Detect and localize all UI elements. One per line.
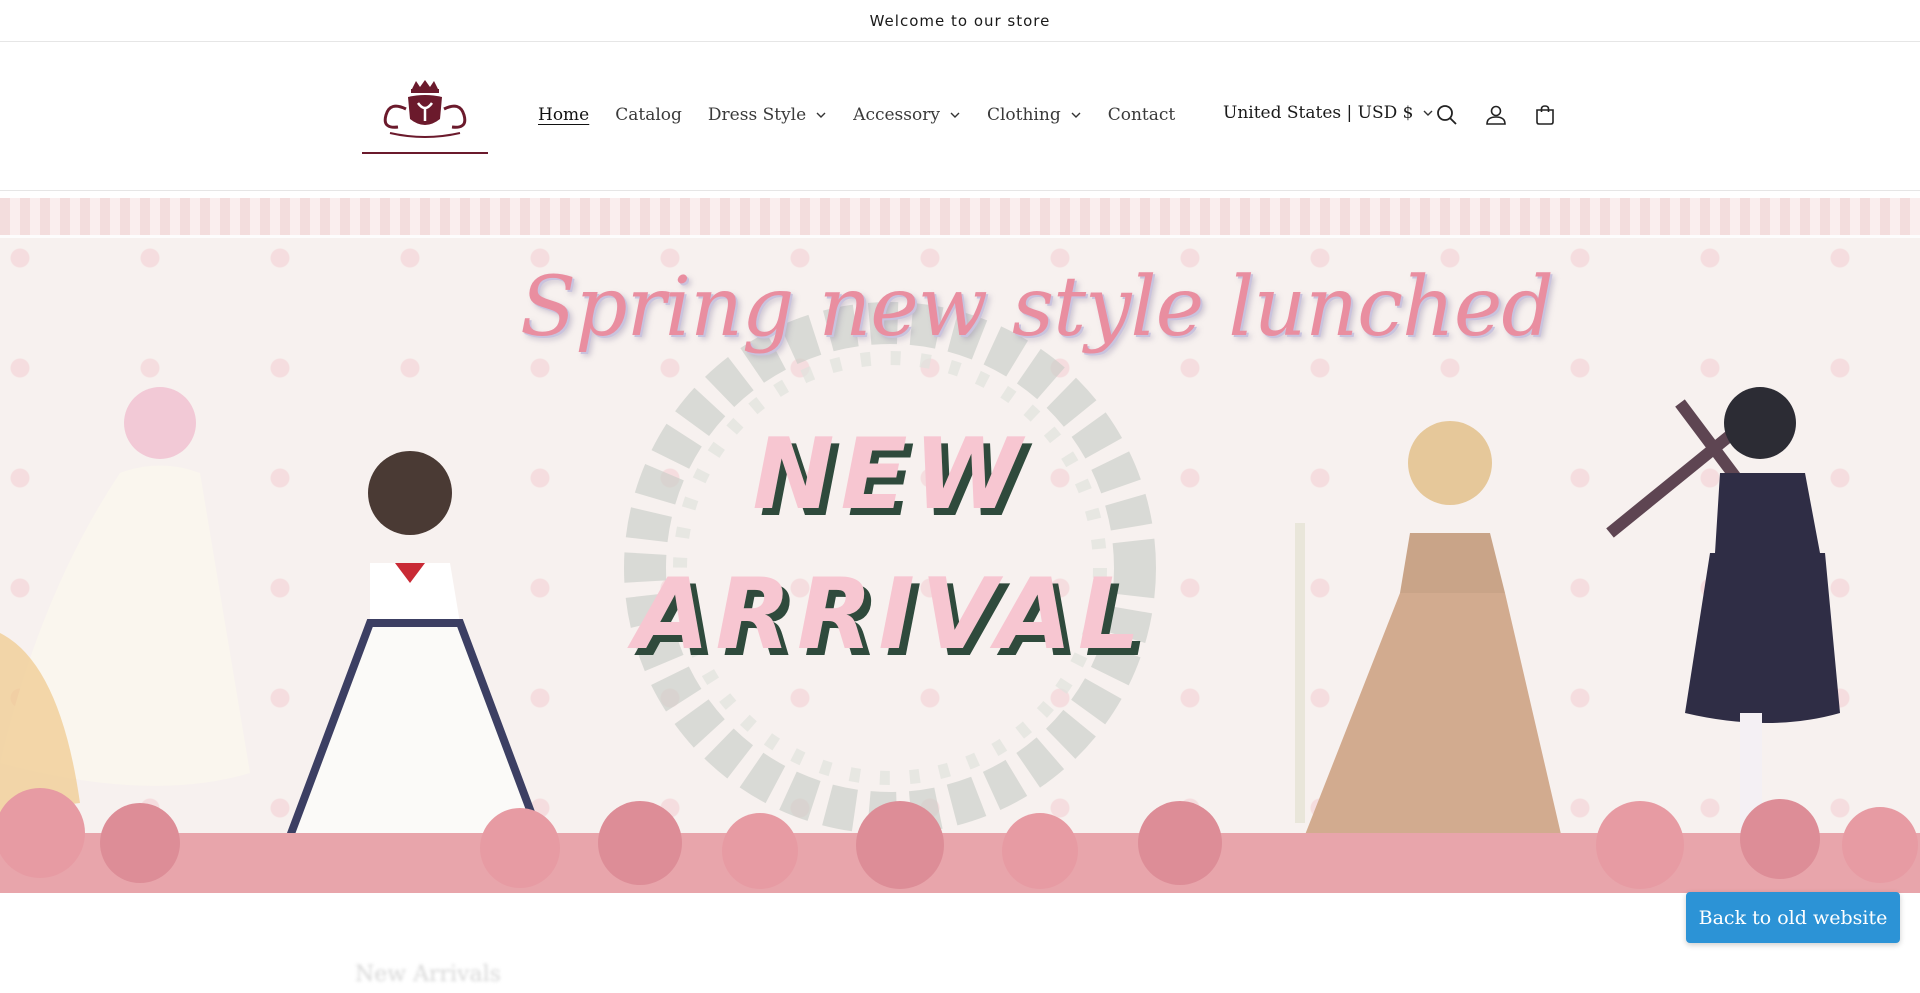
nav-clothing-label: Clothing <box>986 105 1061 125</box>
banner-headline-new: NEW <box>752 418 1028 532</box>
banner-script-title: Spring new style lunched <box>520 260 1554 355</box>
nav-contact[interactable]: Contact <box>1108 105 1176 125</box>
chevron-down-icon <box>1070 109 1082 121</box>
banner-headline-arrival: ARRIVAL <box>633 558 1147 672</box>
back-to-old-website-button[interactable]: Back to old website <box>1686 892 1900 943</box>
currency-label: United States | USD $ <box>1223 103 1414 123</box>
main-nav: Home Catalog Dress Style Accessory Cloth… <box>538 105 1201 125</box>
nav-catalog[interactable]: Catalog <box>615 105 682 125</box>
nav-catalog-label: Catalog <box>615 105 682 125</box>
store-logo[interactable] <box>360 79 490 161</box>
nav-dress-style-label: Dress Style <box>707 105 807 125</box>
nav-dress-style[interactable]: Dress Style <box>708 105 827 125</box>
hero-banner[interactable]: Spring new style lunched NEW ARRIVAL <box>0 198 1920 893</box>
chevron-down-icon <box>815 109 827 121</box>
nav-clothing[interactable]: Clothing <box>987 105 1082 125</box>
currency-selector[interactable]: United States | USD $ <box>1223 103 1434 123</box>
nav-contact-label: Contact <box>1107 105 1176 125</box>
announcement-bar: Welcome to our store <box>0 0 1920 42</box>
nav-home[interactable]: Home <box>538 105 589 125</box>
nav-home-label: Home <box>538 105 590 125</box>
chevron-down-icon <box>949 109 961 121</box>
cart-icon[interactable] <box>1529 99 1561 131</box>
account-icon[interactable] <box>1480 99 1512 131</box>
announcement-text: Welcome to our store <box>869 11 1051 30</box>
nav-accessory[interactable]: Accessory <box>853 105 961 125</box>
lace-border <box>0 198 1920 238</box>
rose-border-illustration <box>0 788 1920 893</box>
section-heading-next: New Arrivals <box>355 962 501 987</box>
nav-accessory-label: Accessory <box>853 105 940 125</box>
site-header: Home Catalog Dress Style Accessory Cloth… <box>0 43 1920 191</box>
search-icon[interactable] <box>1431 99 1463 131</box>
logo-emblem <box>362 80 488 154</box>
